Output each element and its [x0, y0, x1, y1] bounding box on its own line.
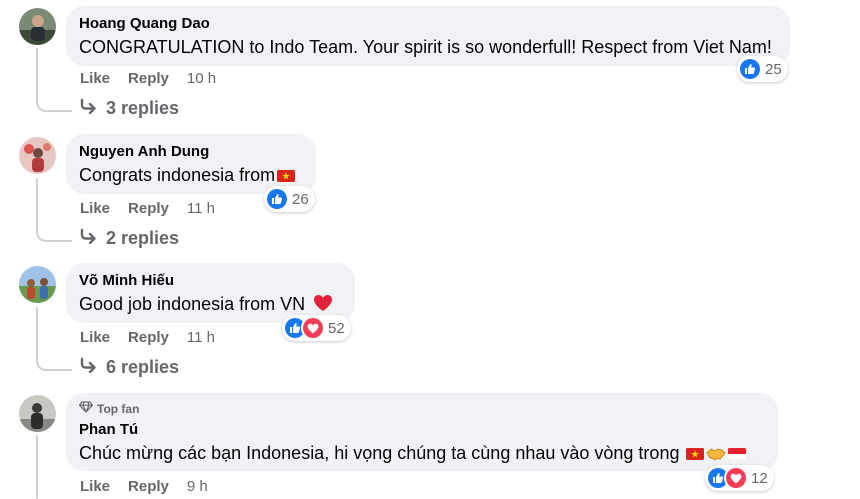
avatar[interactable]	[19, 395, 56, 432]
comment-author[interactable]: Nguyen Anh Dung	[79, 143, 303, 161]
reaction-summary[interactable]: 26	[264, 186, 315, 212]
reply-button[interactable]: Reply	[128, 70, 169, 87]
top-fan-badge: Top fan	[78, 401, 765, 417]
reaction-count: 52	[328, 319, 345, 337]
love-icon	[726, 468, 746, 488]
vietnam-flag-icon	[277, 164, 296, 182]
comment-bubble: Võ Minh Hiếu Good job indonesia from VN	[66, 263, 355, 323]
reply-button[interactable]: Reply	[128, 200, 169, 217]
like-button[interactable]: Like	[80, 200, 110, 217]
like-button[interactable]: Like	[80, 478, 110, 495]
comment-text: Congrats indonesia from	[79, 165, 276, 185]
handshake-icon	[706, 443, 727, 467]
comment-text-row: Chúc mừng các bạn Indonesia, hi vọng chú…	[79, 441, 765, 467]
reply-arrow-icon	[80, 357, 98, 378]
reaction-summary[interactable]: 25	[737, 56, 788, 82]
like-button[interactable]: Like	[80, 329, 110, 346]
reaction-count: 26	[292, 190, 309, 208]
replies-label: 3 replies	[106, 98, 180, 118]
reply-button[interactable]: Reply	[128, 478, 169, 495]
like-icon	[708, 468, 728, 488]
reply-button[interactable]: Reply	[128, 329, 169, 346]
reply-arrow-icon	[80, 228, 98, 249]
timestamp[interactable]: 11 h	[187, 329, 215, 346]
view-replies-link[interactable]: 6 replies	[80, 357, 179, 378]
comment-author[interactable]: Hoang Quang Dao	[79, 15, 777, 33]
comment-actions: Like Reply 11 h	[80, 200, 215, 217]
replies-label: 2 replies	[106, 228, 180, 248]
timestamp[interactable]: 11 h	[187, 200, 215, 217]
top-fan-label: Top fan	[97, 402, 140, 416]
view-replies-link[interactable]: 2 replies	[80, 228, 179, 249]
comment-bubble: Top fan Phan Tú Chúc mừng các bạn Indone…	[66, 393, 778, 471]
view-replies-link[interactable]: 3 replies	[80, 98, 179, 119]
reaction-count: 25	[765, 60, 782, 78]
reply-arrow-icon	[80, 98, 98, 119]
timestamp[interactable]: 10 h	[187, 70, 216, 87]
avatar[interactable]	[19, 137, 56, 174]
like-icon	[267, 189, 287, 209]
comment-bubble: Hoang Quang Dao CONGRATULATION to Indo T…	[66, 6, 790, 66]
thread-elbow	[36, 92, 72, 112]
indonesia-flag-icon	[728, 442, 747, 461]
comment-author[interactable]: Phan Tú	[79, 421, 765, 439]
thread-line	[36, 307, 38, 357]
thread-line	[36, 48, 38, 98]
avatar[interactable]	[19, 8, 56, 45]
like-button[interactable]: Like	[80, 70, 110, 87]
like-icon	[740, 59, 760, 79]
thread-elbow	[36, 222, 72, 242]
like-icon	[285, 318, 305, 338]
comment-actions: Like Reply 11 h	[80, 329, 215, 346]
thread-line	[36, 435, 38, 499]
comment-text: Good job indonesia from VN	[79, 294, 306, 314]
replies-label: 6 replies	[106, 357, 180, 377]
comment-actions: Like Reply 10 h	[80, 70, 216, 87]
thread-elbow	[36, 351, 72, 371]
comment-author[interactable]: Võ Minh Hiếu	[79, 272, 342, 290]
reaction-summary[interactable]: 52	[282, 315, 351, 341]
comment-text: CONGRATULATION to Indo Team. Your spirit…	[79, 37, 772, 57]
diamond-icon	[78, 401, 94, 417]
reaction-count: 12	[751, 469, 768, 487]
comment-text: Chúc mừng các bạn Indonesia, hi vọng chú…	[79, 443, 680, 463]
comment-actions: Like Reply 9 h	[80, 478, 208, 495]
vietnam-flag-icon	[686, 442, 705, 460]
love-icon	[303, 318, 323, 338]
timestamp[interactable]: 9 h	[187, 478, 208, 495]
comment-bubble: Nguyen Anh Dung Congrats indonesia from	[66, 134, 316, 194]
avatar[interactable]	[19, 266, 56, 303]
thread-line	[36, 178, 38, 228]
reaction-summary[interactable]: 12	[705, 465, 774, 491]
comment-text-row: Congrats indonesia from	[79, 163, 303, 187]
